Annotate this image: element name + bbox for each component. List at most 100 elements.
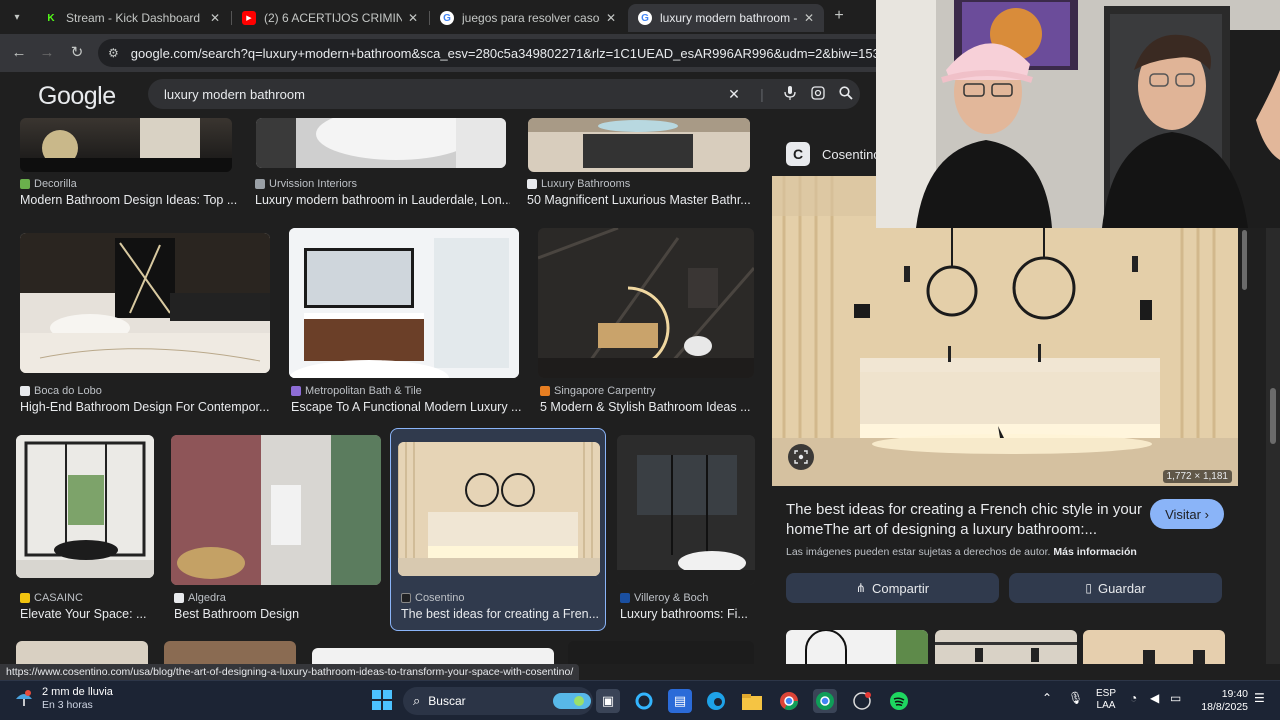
- tab-title: juegos para resolver casos - Bu: [462, 11, 600, 25]
- close-icon[interactable]: ✕: [606, 11, 616, 25]
- youtube-icon: ▶: [242, 11, 256, 25]
- microphone-icon[interactable]: 🎙: [1068, 691, 1083, 705]
- scrollbar-thumb[interactable]: [1242, 230, 1247, 290]
- tab-search-button[interactable]: ▾: [6, 7, 28, 27]
- language-indicator[interactable]: ESP LAA: [1096, 688, 1116, 712]
- save-button[interactable]: ▯ Guardar: [1009, 573, 1222, 603]
- result-source[interactable]: Urvission Interiors: [255, 178, 357, 190]
- result-caption[interactable]: Luxury bathrooms: Fi...: [620, 607, 750, 621]
- file-explorer-icon[interactable]: [740, 689, 764, 713]
- visit-button[interactable]: Visitar ›: [1150, 499, 1224, 529]
- forward-button[interactable]: →: [36, 42, 58, 64]
- source-favicon-icon: [20, 179, 30, 189]
- result-caption[interactable]: Elevate Your Space: ...: [20, 607, 160, 621]
- related-image[interactable]: [786, 630, 928, 664]
- new-tab-button[interactable]: +: [829, 6, 849, 26]
- result-source[interactable]: Cosentino: [401, 592, 465, 604]
- result-image[interactable]: [16, 435, 154, 578]
- result-caption[interactable]: 5 Modern & Stylish Bathroom Ideas ...: [540, 400, 755, 414]
- result-image[interactable]: [398, 442, 600, 576]
- result-caption[interactable]: Best Bathroom Design: [174, 607, 374, 621]
- windows-taskbar: 2 mm de lluvia En 3 horas ⌕ Buscar ▣ ▤ ⌃…: [0, 680, 1280, 720]
- result-caption[interactable]: Modern Bathroom Design Ideas: Top ...: [20, 193, 240, 207]
- result-source[interactable]: Luxury Bathrooms: [527, 178, 630, 190]
- tab-juegos-search[interactable]: G juegos para resolver casos - Bu ✕: [430, 4, 626, 32]
- result-image[interactable]: [20, 233, 270, 373]
- result-source[interactable]: Metropolitan Bath & Tile: [291, 385, 422, 397]
- result-source[interactable]: Algedra: [174, 592, 226, 604]
- result-image[interactable]: [568, 641, 754, 664]
- spotify-icon[interactable]: [887, 689, 911, 713]
- obs-icon[interactable]: [850, 689, 874, 713]
- result-image[interactable]: [20, 118, 232, 172]
- result-image[interactable]: [256, 118, 506, 168]
- tab-youtube[interactable]: ▶ (2) 6 ACERTIJOS CRIMINALES C ✕: [232, 4, 428, 32]
- result-image[interactable]: [289, 228, 519, 378]
- cortana-icon[interactable]: [632, 689, 656, 713]
- result-caption[interactable]: Luxury modern bathroom in Lauderdale, Lo…: [255, 193, 510, 207]
- battery-icon[interactable]: ▭: [1170, 691, 1181, 705]
- related-image[interactable]: [1083, 630, 1225, 664]
- lens-search-button[interactable]: [788, 444, 814, 470]
- more-info-link[interactable]: Más información: [1053, 546, 1136, 558]
- bookmark-icon: ▯: [1085, 581, 1092, 595]
- result-source[interactable]: Decorilla: [20, 178, 77, 190]
- related-image[interactable]: [935, 630, 1077, 664]
- chrome-active-icon[interactable]: [813, 689, 837, 713]
- volume-icon[interactable]: ◀: [1150, 691, 1159, 705]
- reload-button[interactable]: ↻: [66, 42, 88, 64]
- result-source[interactable]: CASAINC: [20, 592, 83, 604]
- result-image[interactable]: [538, 228, 754, 378]
- chrome-icon[interactable]: [777, 689, 801, 713]
- microphone-icon[interactable]: [776, 85, 804, 103]
- back-button[interactable]: ←: [8, 42, 30, 64]
- store-icon[interactable]: ▤: [668, 689, 692, 713]
- wifi-icon[interactable]: ◔: [1130, 691, 1137, 705]
- result-image[interactable]: [16, 641, 148, 664]
- search-box[interactable]: luxury modern bathroom ✕ |: [148, 79, 860, 109]
- result-source[interactable]: Boca do Lobo: [20, 385, 102, 397]
- close-icon[interactable]: ✕: [804, 11, 814, 25]
- result-image[interactable]: [312, 648, 554, 664]
- tab-luxury-bathroom-search[interactable]: G luxury modern bathroom - Busc ✕: [628, 4, 824, 32]
- result-image[interactable]: [617, 435, 755, 585]
- start-button[interactable]: [371, 689, 393, 711]
- share-button[interactable]: ⋔ Compartir: [786, 573, 999, 603]
- weather-widget[interactable]: 2 mm de lluvia En 3 horas: [14, 686, 113, 712]
- close-icon[interactable]: ✕: [408, 11, 418, 25]
- notifications-icon[interactable]: ☰: [1254, 691, 1265, 705]
- clear-icon[interactable]: ✕: [720, 86, 748, 103]
- taskbar-search[interactable]: ⌕ Buscar: [403, 687, 593, 715]
- scrollbar-thumb[interactable]: [1270, 388, 1276, 444]
- preview-scrollbar[interactable]: [1240, 230, 1248, 660]
- search-input[interactable]: luxury modern bathroom: [164, 87, 720, 102]
- copyright-notice: Las imágenes pueden estar sujetas a dere…: [786, 546, 1137, 558]
- result-image[interactable]: [164, 641, 296, 664]
- site-info-icon[interactable]: ⚙: [108, 46, 119, 60]
- result-image[interactable]: [171, 435, 381, 585]
- system-clock[interactable]: 19:40 18/8/2025: [1196, 688, 1248, 714]
- link-status-bubble: https://www.cosentino.com/usa/blog/the-a…: [0, 664, 580, 680]
- search-highlight-icon: [553, 693, 591, 709]
- cosentino-logo-icon: C: [786, 142, 810, 166]
- edge-icon[interactable]: [704, 689, 728, 713]
- google-icon: G: [638, 11, 652, 25]
- result-image[interactable]: [528, 118, 750, 172]
- close-icon[interactable]: ✕: [210, 11, 220, 25]
- result-caption[interactable]: 50 Magnificent Luxurious Master Bathr...: [527, 193, 752, 207]
- result-source[interactable]: Villeroy & Boch: [620, 592, 708, 604]
- preview-title[interactable]: The best ideas for creating a French chi…: [786, 500, 1142, 540]
- tab-kick-dashboard[interactable]: K Stream - Kick Dashboard ✕: [34, 4, 230, 32]
- google-logo[interactable]: Google: [38, 82, 116, 111]
- result-caption[interactable]: The best ideas for creating a Fren...: [401, 607, 601, 621]
- lens-icon[interactable]: [804, 85, 832, 103]
- task-view-icon[interactable]: ▣: [596, 689, 620, 713]
- preview-source[interactable]: C Cosentino: [786, 142, 881, 166]
- result-caption[interactable]: High-End Bathroom Design For Contempor..…: [20, 400, 272, 414]
- result-source[interactable]: Singapore Carpentry: [540, 385, 656, 397]
- search-icon[interactable]: [832, 85, 860, 103]
- result-caption[interactable]: Escape To A Functional Modern Luxury ...: [291, 400, 521, 414]
- tray-overflow-icon[interactable]: ⌃: [1042, 691, 1052, 705]
- address-bar[interactable]: ⚙ google.com/search?q=luxury+modern+bath…: [98, 39, 898, 67]
- source-favicon-icon: [620, 593, 630, 603]
